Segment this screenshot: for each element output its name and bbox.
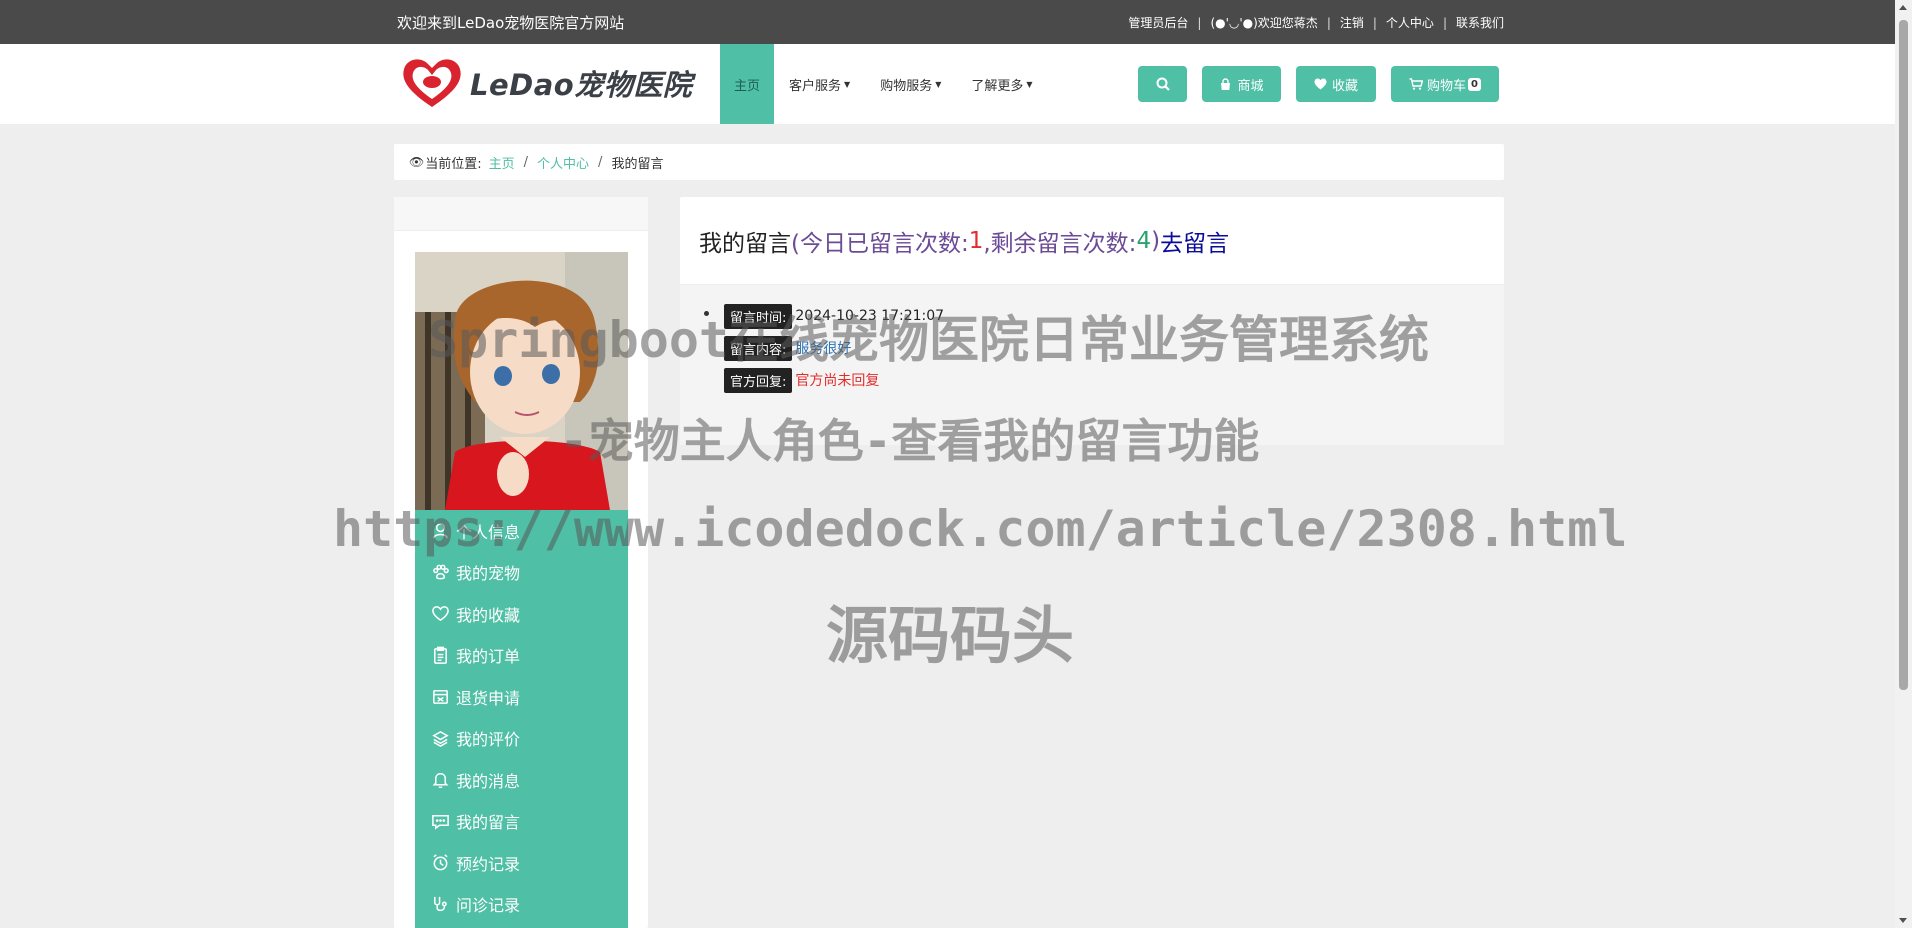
nav-item-shopping-service[interactable]: 购物服务 ▼ [865, 44, 956, 124]
cart-button[interactable]: 购物车 0 [1391, 66, 1499, 102]
comment-content: 服务很好 [795, 341, 852, 357]
caret-down-icon: ▼ [1026, 79, 1033, 89]
sidebar-item-consultations[interactable]: 问诊记录 [415, 884, 628, 926]
top-links: 管理员后台 | (●'◡'●)欢迎您蒋杰 | 注销 | 个人中心 | 联系我们 [1128, 14, 1504, 31]
breadcrumb-home[interactable]: 主页 [489, 153, 515, 172]
scrollbar-thumb[interactable] [1899, 20, 1908, 690]
page-title: 我的留言 [699, 230, 791, 257]
official-reply: 官方尚未回复 [795, 373, 880, 389]
profile-link[interactable]: 个人中心 [1386, 14, 1434, 31]
nav-buttons: 商城 收藏 购物车 0 [1138, 66, 1499, 102]
caret-down-icon: ▼ [935, 79, 942, 89]
favorite-button[interactable]: 收藏 [1296, 66, 1376, 102]
comment-time: 2024-10-23 17:21:07 [795, 308, 945, 324]
today-count-label: (今日已留言次数: [791, 230, 969, 257]
avatar [415, 252, 628, 510]
separator: | [1442, 15, 1447, 30]
sidebar-item-profile[interactable]: 个人信息 [415, 510, 628, 552]
paw-icon [433, 564, 449, 580]
separator: | [1326, 15, 1331, 30]
main-menu: 主页 客户服务 ▼ 购物服务 ▼ 了解更多 ▼ [720, 44, 1048, 124]
top-bar: 欢迎来到LeDao宠物医院官方网站 管理员后台 | (●'◡'●)欢迎您蒋杰 |… [0, 0, 1912, 44]
breadcrumb: 👁 当前位置: 主页 / 个人中心 / 我的留言 [394, 144, 1504, 180]
sidebar-item-appointments[interactable]: 预约记录 [415, 842, 628, 884]
bullet [704, 311, 709, 316]
separator: | [1197, 15, 1202, 30]
heart-logo-icon [403, 59, 461, 107]
close-paren: ) [1151, 227, 1161, 254]
return-box-icon [433, 690, 448, 705]
sidebar-item-orders[interactable]: 我的订单 [415, 635, 628, 677]
search-icon [1156, 77, 1170, 91]
admin-link[interactable]: 管理员后台 [1128, 14, 1188, 31]
nav-item-learn-more[interactable]: 了解更多 ▼ [956, 44, 1047, 124]
remaining-count-label: ,剩余留言次数: [983, 230, 1137, 257]
logout-link[interactable]: 注销 [1340, 14, 1364, 31]
sidebar-item-messages[interactable]: 我的消息 [415, 759, 628, 801]
welcome-text: 欢迎来到LeDao宠物医院官方网站 [397, 14, 625, 32]
breadcrumb-current: 我的留言 [611, 156, 664, 172]
breadcrumb-separator: / [523, 154, 529, 170]
list-item: 留言时间: 2024-10-23 17:21:07 留言内容: 服务很好 官方回… [704, 303, 945, 399]
separator: | [1372, 15, 1377, 30]
breadcrumb-prefix: 当前位置: [425, 156, 482, 172]
scroll-down-arrow-icon[interactable] [1899, 918, 1907, 923]
breadcrumb-profile[interactable]: 个人中心 [537, 153, 589, 172]
time-label: 留言时间: [724, 303, 793, 329]
today-count: 1 [968, 227, 984, 254]
panel-title: 我的留言 (今日已留言次数: 1 ,剩余留言次数: 4 ) 去留言 [680, 197, 1504, 285]
sidebar-header [394, 197, 648, 231]
reply-label: 官方回复: [724, 367, 793, 393]
contact-link[interactable]: 联系我们 [1456, 14, 1504, 31]
page-scrollbar[interactable] [1895, 0, 1912, 928]
site-logo[interactable]: LeDao宠物医院 [398, 54, 698, 112]
clipboard-icon [434, 646, 447, 664]
caret-down-icon: ▼ [844, 79, 851, 89]
mall-button[interactable]: 商城 [1202, 66, 1281, 102]
watermark-line-4: 源码码头 [826, 599, 1075, 672]
heart-icon [1314, 78, 1327, 90]
stethoscope-icon [434, 896, 447, 911]
search-button[interactable] [1138, 66, 1187, 102]
content-label: 留言内容: [724, 335, 793, 361]
cart-icon [1409, 78, 1423, 90]
user-greeting[interactable]: (●'◡'●)欢迎您蒋杰 [1210, 14, 1317, 31]
logo-text: LeDao宠物医院 [470, 68, 693, 102]
bell-icon [432, 773, 449, 789]
nav-item-home[interactable]: 主页 [720, 44, 775, 124]
sidebar-menu: 个人信息 我的宠物 我的收藏 我的订单 退货申请 我的评价 我的消息 我的留言 [415, 510, 628, 928]
go-comment-link[interactable]: 去留言 [1160, 224, 1229, 258]
scroll-up-arrow-icon[interactable] [1899, 5, 1907, 10]
shopping-bag-icon [1221, 77, 1231, 90]
sidebar-item-my-comments[interactable]: 我的留言 [415, 801, 628, 843]
alarm-clock-icon [433, 854, 448, 871]
remaining-count: 4 [1136, 227, 1152, 254]
nav-bar: LeDao宠物医院 主页 客户服务 ▼ 购物服务 ▼ 了解更多 ▼ 商城 收藏 购物车… [0, 44, 1912, 124]
breadcrumb-separator: / [598, 154, 603, 170]
heart-outline-icon [432, 606, 449, 622]
sidebar-item-reviews[interactable]: 我的评价 [415, 718, 628, 760]
sidebar-item-returns[interactable]: 退货申请 [415, 676, 628, 718]
eye-icon: 👁 [409, 155, 425, 169]
review-icon [432, 730, 449, 747]
cart-count-badge: 0 [1468, 77, 1481, 91]
user-icon [433, 523, 448, 539]
comment-list: 留言时间: 2024-10-23 17:21:07 留言内容: 服务很好 官方回… [680, 285, 1504, 445]
sidebar: 个人信息 我的宠物 我的收藏 我的订单 退货申请 我的评价 我的消息 我的留言 [394, 197, 648, 928]
chat-icon [432, 814, 449, 830]
my-comments-panel: 我的留言 (今日已留言次数: 1 ,剩余留言次数: 4 ) 去留言 留言时间: … [680, 197, 1504, 445]
nav-item-customer-service[interactable]: 客户服务 ▼ [774, 44, 865, 124]
avatar-image [415, 252, 628, 510]
sidebar-item-my-pets[interactable]: 我的宠物 [415, 552, 628, 594]
sidebar-item-favorites[interactable]: 我的收藏 [415, 593, 628, 635]
